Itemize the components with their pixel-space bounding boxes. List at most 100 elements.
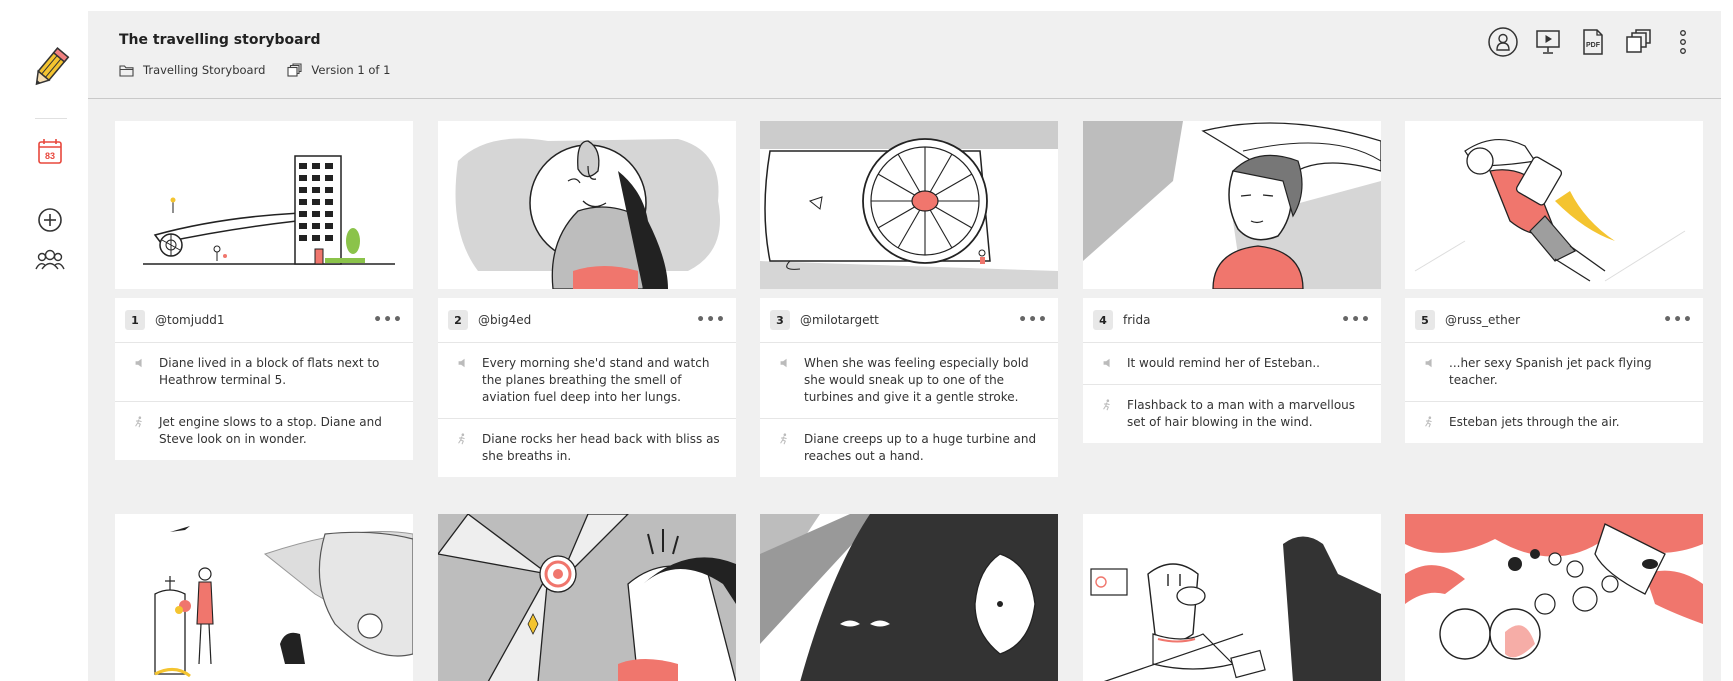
present-button[interactable] bbox=[1532, 26, 1564, 58]
project-link[interactable]: Travelling Storyboard bbox=[119, 63, 265, 77]
pdf-button[interactable]: PDF bbox=[1577, 26, 1609, 58]
version-link[interactable]: Version 1 of 1 bbox=[287, 63, 390, 77]
dialogue-text: Every morning she'd stand and watch the … bbox=[482, 356, 710, 404]
pdf-icon: PDF bbox=[1583, 29, 1603, 55]
dialogue-text: Diane lived in a block of flats next to … bbox=[159, 356, 380, 387]
action-text: Jet engine slows to a stop. Diane and St… bbox=[159, 415, 382, 446]
storyboard-panel-image[interactable] bbox=[1405, 121, 1703, 289]
storyboard-panel-image[interactable] bbox=[438, 514, 736, 681]
frame-number: 2 bbox=[448, 310, 468, 330]
running-person-icon bbox=[1103, 399, 1110, 411]
action-text: Esteban jets through the air. bbox=[1449, 415, 1620, 429]
card-header: 4 frida ••• bbox=[1083, 298, 1381, 343]
dialogue-row[interactable]: When she was feeling especially bold she… bbox=[760, 343, 1058, 419]
action-text: Flashback to a man with a marvellous set… bbox=[1127, 398, 1356, 429]
more-menu-button[interactable] bbox=[1667, 26, 1699, 58]
dialogue-row[interactable]: It would remind her of Esteban.. bbox=[1083, 343, 1381, 385]
storyboard-card-info: 1 @tomjudd1 ••• Diane lived in a block o… bbox=[115, 298, 413, 460]
author-name[interactable]: @big4ed bbox=[478, 313, 696, 327]
storyboard-panel-image[interactable] bbox=[1083, 121, 1381, 289]
action-row[interactable]: Diane rocks her head back with bliss as … bbox=[438, 419, 736, 477]
duplicate-button[interactable] bbox=[1622, 26, 1654, 58]
card-header: 1 @tomjudd1 ••• bbox=[115, 298, 413, 343]
panel-drawing bbox=[760, 121, 1058, 289]
pdf-label: PDF bbox=[1586, 42, 1601, 49]
dialogue-text: It would remind her of Esteban.. bbox=[1127, 356, 1320, 370]
panel-drawing bbox=[438, 514, 736, 681]
speaker-icon bbox=[1425, 358, 1432, 368]
panel-drawing bbox=[1405, 514, 1703, 681]
author-name[interactable]: @tomjudd1 bbox=[155, 313, 373, 327]
panel-drawing bbox=[760, 514, 1058, 681]
storyboard-card-info: 2 @big4ed ••• Every morning she'd stand … bbox=[438, 298, 736, 477]
header: The travelling storyboard Travelling Sto… bbox=[88, 11, 1721, 99]
pencil-icon[interactable] bbox=[27, 45, 73, 91]
versions-icon bbox=[287, 63, 302, 77]
speaker-icon bbox=[1103, 358, 1110, 368]
version-label: Version 1 of 1 bbox=[311, 63, 391, 77]
card-more-button[interactable]: ••• bbox=[1018, 312, 1048, 328]
card-more-button[interactable]: ••• bbox=[1663, 312, 1693, 328]
storyboard-card-info: 3 @milotargett ••• When she was feeling … bbox=[760, 298, 1058, 477]
frame-number: 5 bbox=[1415, 310, 1435, 330]
window-frame-top bbox=[0, 0, 1733, 11]
action-text: Diane creeps up to a huge turbine and re… bbox=[804, 432, 1037, 463]
calendar-day: 83 bbox=[45, 151, 55, 161]
panel-drawing bbox=[154, 526, 413, 678]
card-more-button[interactable]: ••• bbox=[373, 312, 403, 328]
action-row[interactable]: Diane creeps up to a huge turbine and re… bbox=[760, 419, 1058, 477]
storyboard-card-info: 5 @russ_ether ••• ...her sexy Spanish je… bbox=[1405, 298, 1703, 443]
card-header: 2 @big4ed ••• bbox=[438, 298, 736, 343]
users-icon[interactable] bbox=[32, 242, 68, 278]
speaker-icon bbox=[458, 358, 465, 368]
panel-drawing bbox=[143, 155, 395, 265]
running-person-icon bbox=[135, 416, 142, 428]
author-name[interactable]: @milotargett bbox=[800, 313, 1018, 327]
speaker-icon bbox=[135, 358, 142, 368]
page-title: The travelling storyboard bbox=[119, 32, 321, 48]
storyboard-panel-image[interactable] bbox=[760, 514, 1058, 681]
storyboard-panel-image[interactable] bbox=[1083, 514, 1381, 681]
card-header: 5 @russ_ether ••• bbox=[1405, 298, 1703, 343]
running-person-icon bbox=[1425, 416, 1432, 428]
action-row[interactable]: Flashback to a man with a marvellous set… bbox=[1083, 385, 1381, 443]
card-more-button[interactable]: ••• bbox=[696, 312, 726, 328]
window-frame-left bbox=[0, 0, 13, 681]
speaker-icon bbox=[780, 358, 787, 368]
action-text: Diane rocks her head back with bliss as … bbox=[482, 432, 720, 463]
dialogue-row[interactable]: Every morning she'd stand and watch the … bbox=[438, 343, 736, 419]
sidebar-divider bbox=[35, 118, 67, 119]
window-frame-right bbox=[1721, 0, 1733, 681]
author-name[interactable]: frida bbox=[1123, 313, 1341, 327]
calendar-icon[interactable]: 83 bbox=[32, 134, 68, 170]
author-name[interactable]: @russ_ether bbox=[1445, 313, 1663, 327]
add-icon[interactable] bbox=[32, 202, 68, 238]
card-header: 3 @milotargett ••• bbox=[760, 298, 1058, 343]
breadcrumb: Travelling Storyboard Version 1 of 1 bbox=[119, 63, 412, 77]
action-row[interactable]: Esteban jets through the air. bbox=[1405, 402, 1703, 443]
storyboard-panel-image[interactable] bbox=[1405, 514, 1703, 681]
folder-icon bbox=[119, 64, 134, 77]
project-name: Travelling Storyboard bbox=[143, 63, 266, 77]
storyboard-card-info: 4 frida ••• It would remind her of Esteb… bbox=[1083, 298, 1381, 443]
duplicate-icon bbox=[1626, 29, 1651, 53]
dialogue-text: ...her sexy Spanish jet pack flying teac… bbox=[1449, 356, 1652, 387]
storyboard-panel-image[interactable] bbox=[115, 121, 413, 289]
storyboard-panel-image[interactable] bbox=[115, 514, 413, 681]
panel-drawing bbox=[1414, 138, 1686, 282]
frame-number: 4 bbox=[1093, 310, 1113, 330]
card-more-button[interactable]: ••• bbox=[1341, 312, 1371, 328]
panel-drawing bbox=[1083, 514, 1381, 681]
present-icon bbox=[1536, 30, 1560, 54]
frame-number: 1 bbox=[125, 310, 145, 330]
more-vertical-icon bbox=[1680, 30, 1686, 54]
running-person-icon bbox=[458, 433, 465, 445]
panel-drawing bbox=[1083, 121, 1381, 289]
profile-button[interactable] bbox=[1487, 26, 1519, 58]
storyboard-panel-image[interactable] bbox=[438, 121, 736, 289]
storyboard-panel-image[interactable] bbox=[760, 121, 1058, 289]
action-row[interactable]: Jet engine slows to a stop. Diane and St… bbox=[115, 402, 413, 460]
dialogue-row[interactable]: ...her sexy Spanish jet pack flying teac… bbox=[1405, 343, 1703, 402]
dialogue-row[interactable]: Diane lived in a block of flats next to … bbox=[115, 343, 413, 402]
panel-drawing bbox=[455, 138, 720, 289]
